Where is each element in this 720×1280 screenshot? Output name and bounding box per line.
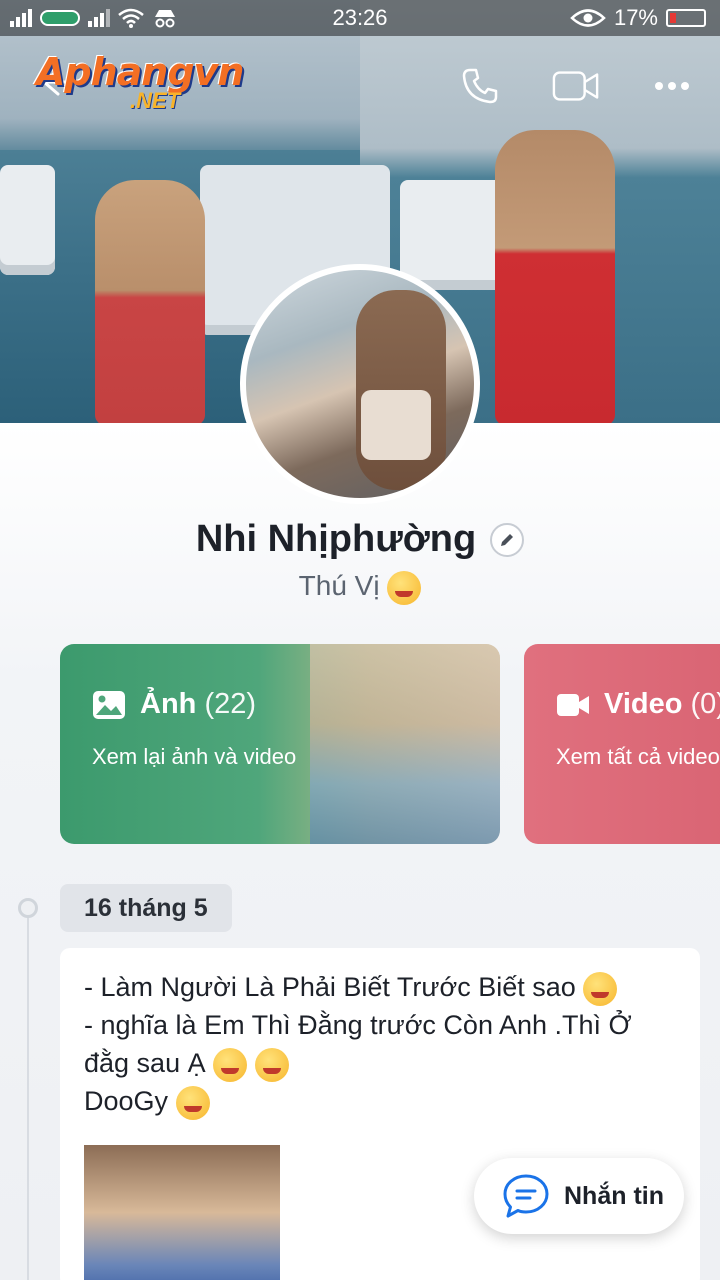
timeline-dot: [18, 898, 38, 918]
tongue-emoji-icon: [387, 570, 422, 605]
more-dots-icon[interactable]: [648, 62, 696, 110]
post-line: - Làm Người Là Phải Biết Trước Biết sao: [84, 968, 684, 1006]
profile-status-text: Thú Vị: [298, 570, 380, 601]
videos-card-count: (0): [690, 688, 720, 720]
message-button-label: Nhắn tin: [564, 1181, 664, 1210]
photos-card-label: Ảnh: [140, 688, 197, 720]
thinking-emoji-icon: [583, 971, 618, 1006]
profile-status: Thú Vị: [0, 570, 720, 605]
timeline-line: [27, 916, 29, 1280]
battery-percent: 17%: [613, 5, 658, 30]
videos-card-subtitle: Xem tất cả video: [556, 744, 720, 769]
post-line: đằg sau Ạ: [84, 1044, 684, 1082]
cover-boat: [0, 165, 55, 275]
hand-over-mouth-emoji-icon: [254, 1047, 289, 1082]
pencil-icon[interactable]: [490, 522, 525, 557]
photos-card-title: Ảnh (22): [92, 688, 256, 721]
videos-card[interactable]: Video (0) Xem tất cả video: [524, 644, 720, 844]
post-line: DooGy: [84, 1082, 684, 1120]
photos-card-subtitle: Xem lại ảnh và video: [92, 744, 297, 769]
message-button[interactable]: Nhắn tin: [474, 1158, 684, 1234]
timeline-date: 16 tháng 5: [60, 884, 232, 932]
status-right: 17%: [570, 5, 706, 31]
phone-icon[interactable]: [456, 62, 504, 110]
post-text: - Làm Người Là Phải Biết Trước Biết sao …: [84, 968, 684, 1120]
top-nav: Aphangvn .NET: [0, 40, 720, 130]
profile-name: Nhi Nhịphường: [195, 518, 477, 560]
post-image[interactable]: [84, 1145, 280, 1280]
photos-card[interactable]: Ảnh (22) Xem lại ảnh và video: [60, 644, 500, 844]
video-camera-icon[interactable]: [552, 62, 600, 110]
watermark-suffix: .NET: [130, 88, 181, 113]
image-icon: [93, 690, 125, 719]
post-line: - nghĩa là Em Thì Đằng trước Còn Anh .Th…: [84, 1010, 632, 1040]
videos-card-title: Video (0): [556, 688, 720, 721]
cover-person: [95, 180, 205, 423]
videos-card-label: Video: [604, 688, 683, 720]
video-icon: [557, 693, 589, 716]
avatar-outfit: [361, 390, 431, 460]
profile-name-row: Nhi Nhịphường: [0, 518, 720, 561]
winking-tongue-emoji-icon: [213, 1047, 248, 1082]
avatar[interactable]: [240, 264, 480, 504]
chat-bubble-icon: [503, 1174, 549, 1218]
cover-person: [495, 130, 615, 423]
photos-card-preview: [310, 644, 500, 844]
eye-icon: [570, 9, 606, 27]
photos-card-count: (22): [204, 688, 257, 720]
battery-icon: [666, 9, 706, 27]
status-bar: 23:26 17%: [0, 0, 720, 36]
smiling-emoji-icon: [175, 1085, 210, 1120]
cover-boat: [400, 180, 510, 290]
